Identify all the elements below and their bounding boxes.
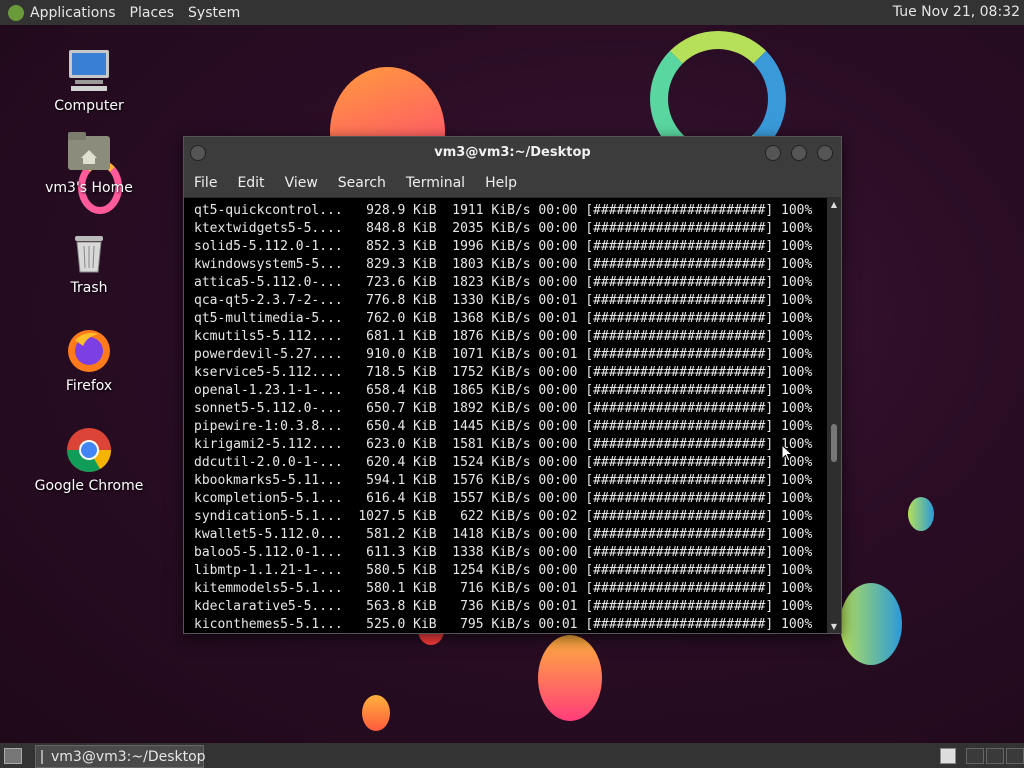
terminal-menubar: File Edit View Search Terminal Help: [184, 168, 841, 198]
workspace-switcher[interactable]: [966, 748, 984, 764]
menu-help[interactable]: Help: [485, 175, 527, 191]
terminal-line: sonnet5-5.112.0-... 650.7 KiB 1892 KiB/s…: [194, 401, 813, 416]
terminal-line: kservice5-5.112.... 718.5 KiB 1752 KiB/s…: [194, 365, 813, 380]
firefox-icon: [65, 326, 113, 374]
desktop-icon-trash[interactable]: Trash: [34, 228, 144, 296]
terminal-line: kiconthemes5-5.1... 525.0 KiB 795 KiB/s …: [194, 617, 813, 632]
terminal-line: qt5-multimedia-5... 762.0 KiB 1368 KiB/s…: [194, 311, 813, 326]
terminal-line: qca-qt5-2.3.7-2-... 776.8 KiB 1330 KiB/s…: [194, 293, 813, 308]
workspace-switcher[interactable]: [986, 748, 1004, 764]
terminal-line: baloo5-5.112.0-1... 611.3 KiB 1338 KiB/s…: [194, 545, 813, 560]
terminal-line: attica5-5.112.0-... 723.6 KiB 1823 KiB/s…: [194, 275, 813, 290]
top-panel: Applications Places System Tue Nov 21, 0…: [0, 0, 1024, 25]
desktop-icon-computer[interactable]: Computer: [34, 46, 144, 114]
mate-logo-icon[interactable]: [8, 4, 24, 21]
desktop-icon-home[interactable]: vm3's Home: [34, 128, 144, 196]
workspace-switcher[interactable]: [1006, 748, 1024, 764]
scroll-down-arrow[interactable]: ▼: [827, 622, 841, 631]
workspace-switcher[interactable]: [940, 748, 956, 764]
taskbar-button-terminal[interactable]: vm3@vm3:~/Desktop: [35, 745, 206, 768]
close-button[interactable]: [817, 145, 833, 161]
menu-terminal[interactable]: Terminal: [406, 175, 475, 191]
terminal-window[interactable]: vm3@vm3:~/Desktop File Edit View Search …: [183, 136, 842, 634]
scroll-up-arrow[interactable]: ▲: [827, 200, 841, 209]
menu-search[interactable]: Search: [338, 175, 396, 191]
desktop-icon-label: Computer: [54, 98, 124, 114]
desktop-icon-label: Google Chrome: [34, 478, 144, 494]
scrollbar-thumb[interactable]: [831, 424, 837, 462]
terminal-line: powerdevil-5.27.... 910.0 KiB 1071 KiB/s…: [194, 347, 813, 362]
applications-menu[interactable]: Applications: [30, 5, 116, 21]
green-blue-blob: [908, 497, 934, 531]
orange-blob: [538, 635, 602, 721]
terminal-line: kirigami2-5.112.... 623.0 KiB 1581 KiB/s…: [194, 437, 813, 452]
minimize-button[interactable]: [765, 145, 781, 161]
desktop-icon-label: Trash: [70, 280, 108, 296]
desktop-icon-chrome[interactable]: Google Chrome: [34, 426, 144, 494]
chrome-icon: [65, 426, 113, 474]
terminal-line: ddcutil-2.0.0-1-... 620.4 KiB 1524 KiB/s…: [194, 455, 813, 470]
menu-edit[interactable]: Edit: [237, 175, 274, 191]
desktop-icon-label: Firefox: [65, 378, 113, 394]
green-blue-blob: [840, 583, 902, 665]
clock[interactable]: Tue Nov 21, 08:32: [893, 4, 1020, 20]
desktop-icon-label: vm3's Home: [45, 180, 133, 196]
terminal-output[interactable]: qt5-quickcontrol... 928.9 KiB 1911 KiB/s…: [184, 198, 825, 633]
system-menu[interactable]: System: [188, 5, 240, 21]
terminal-line: kcmutils5-5.112.... 681.1 KiB 1876 KiB/s…: [194, 329, 813, 344]
terminal-line: qt5-quickcontrol... 928.9 KiB 1911 KiB/s…: [194, 203, 813, 218]
taskbar-button-label: vm3@vm3:~/Desktop: [51, 748, 206, 765]
terminal-line: solid5-5.112.0-1... 852.3 KiB 1996 KiB/s…: [194, 239, 813, 254]
terminal-line: pipewire-1:0.3.8... 650.4 KiB 1445 KiB/s…: [194, 419, 813, 434]
terminal-line: kwindowsystem5-5... 829.3 KiB 1803 KiB/s…: [194, 257, 813, 272]
menu-file[interactable]: File: [194, 175, 227, 191]
trash-icon: [65, 228, 113, 276]
terminal-line: kcompletion5-5.1... 616.4 KiB 1557 KiB/s…: [194, 491, 813, 506]
terminal-line: kdeclarative5-5.... 563.8 KiB 736 KiB/s …: [194, 599, 813, 614]
terminal-line: libmtp-1.1.21-1-... 580.5 KiB 1254 KiB/s…: [194, 563, 813, 578]
home-folder-icon: [65, 128, 113, 176]
orange-blob: [362, 695, 390, 731]
maximize-button[interactable]: [791, 145, 807, 161]
terminal-line: kbookmarks5-5.11... 594.1 KiB 1576 KiB/s…: [194, 473, 813, 488]
desktop-icon-firefox[interactable]: Firefox: [34, 326, 144, 394]
terminal-icon: [41, 749, 43, 764]
terminal-line: kwallet5-5.112.0... 581.2 KiB 1418 KiB/s…: [194, 527, 813, 542]
window-menu-button[interactable]: [190, 145, 206, 161]
computer-icon: [65, 46, 113, 94]
places-menu[interactable]: Places: [130, 5, 175, 21]
bottom-panel: vm3@vm3:~/Desktop: [0, 743, 1024, 768]
terminal-titlebar[interactable]: vm3@vm3:~/Desktop: [184, 137, 841, 168]
terminal-line: openal-1.23.1-1-... 658.4 KiB 1865 KiB/s…: [194, 383, 813, 398]
mouse-pointer-icon: [781, 444, 793, 462]
terminal-scrollbar[interactable]: ▲ ▼: [827, 198, 841, 633]
terminal-line: kitemmodels5-5.1... 580.1 KiB 716 KiB/s …: [194, 581, 813, 596]
terminal-line: ktextwidgets5-5.... 848.8 KiB 2035 KiB/s…: [194, 221, 813, 236]
terminal-line: syndication5-5.1... 1027.5 KiB 622 KiB/s…: [194, 509, 813, 524]
terminal-title: vm3@vm3:~/Desktop: [434, 145, 591, 160]
show-desktop-icon[interactable]: [4, 748, 22, 764]
menu-view[interactable]: View: [285, 175, 328, 191]
